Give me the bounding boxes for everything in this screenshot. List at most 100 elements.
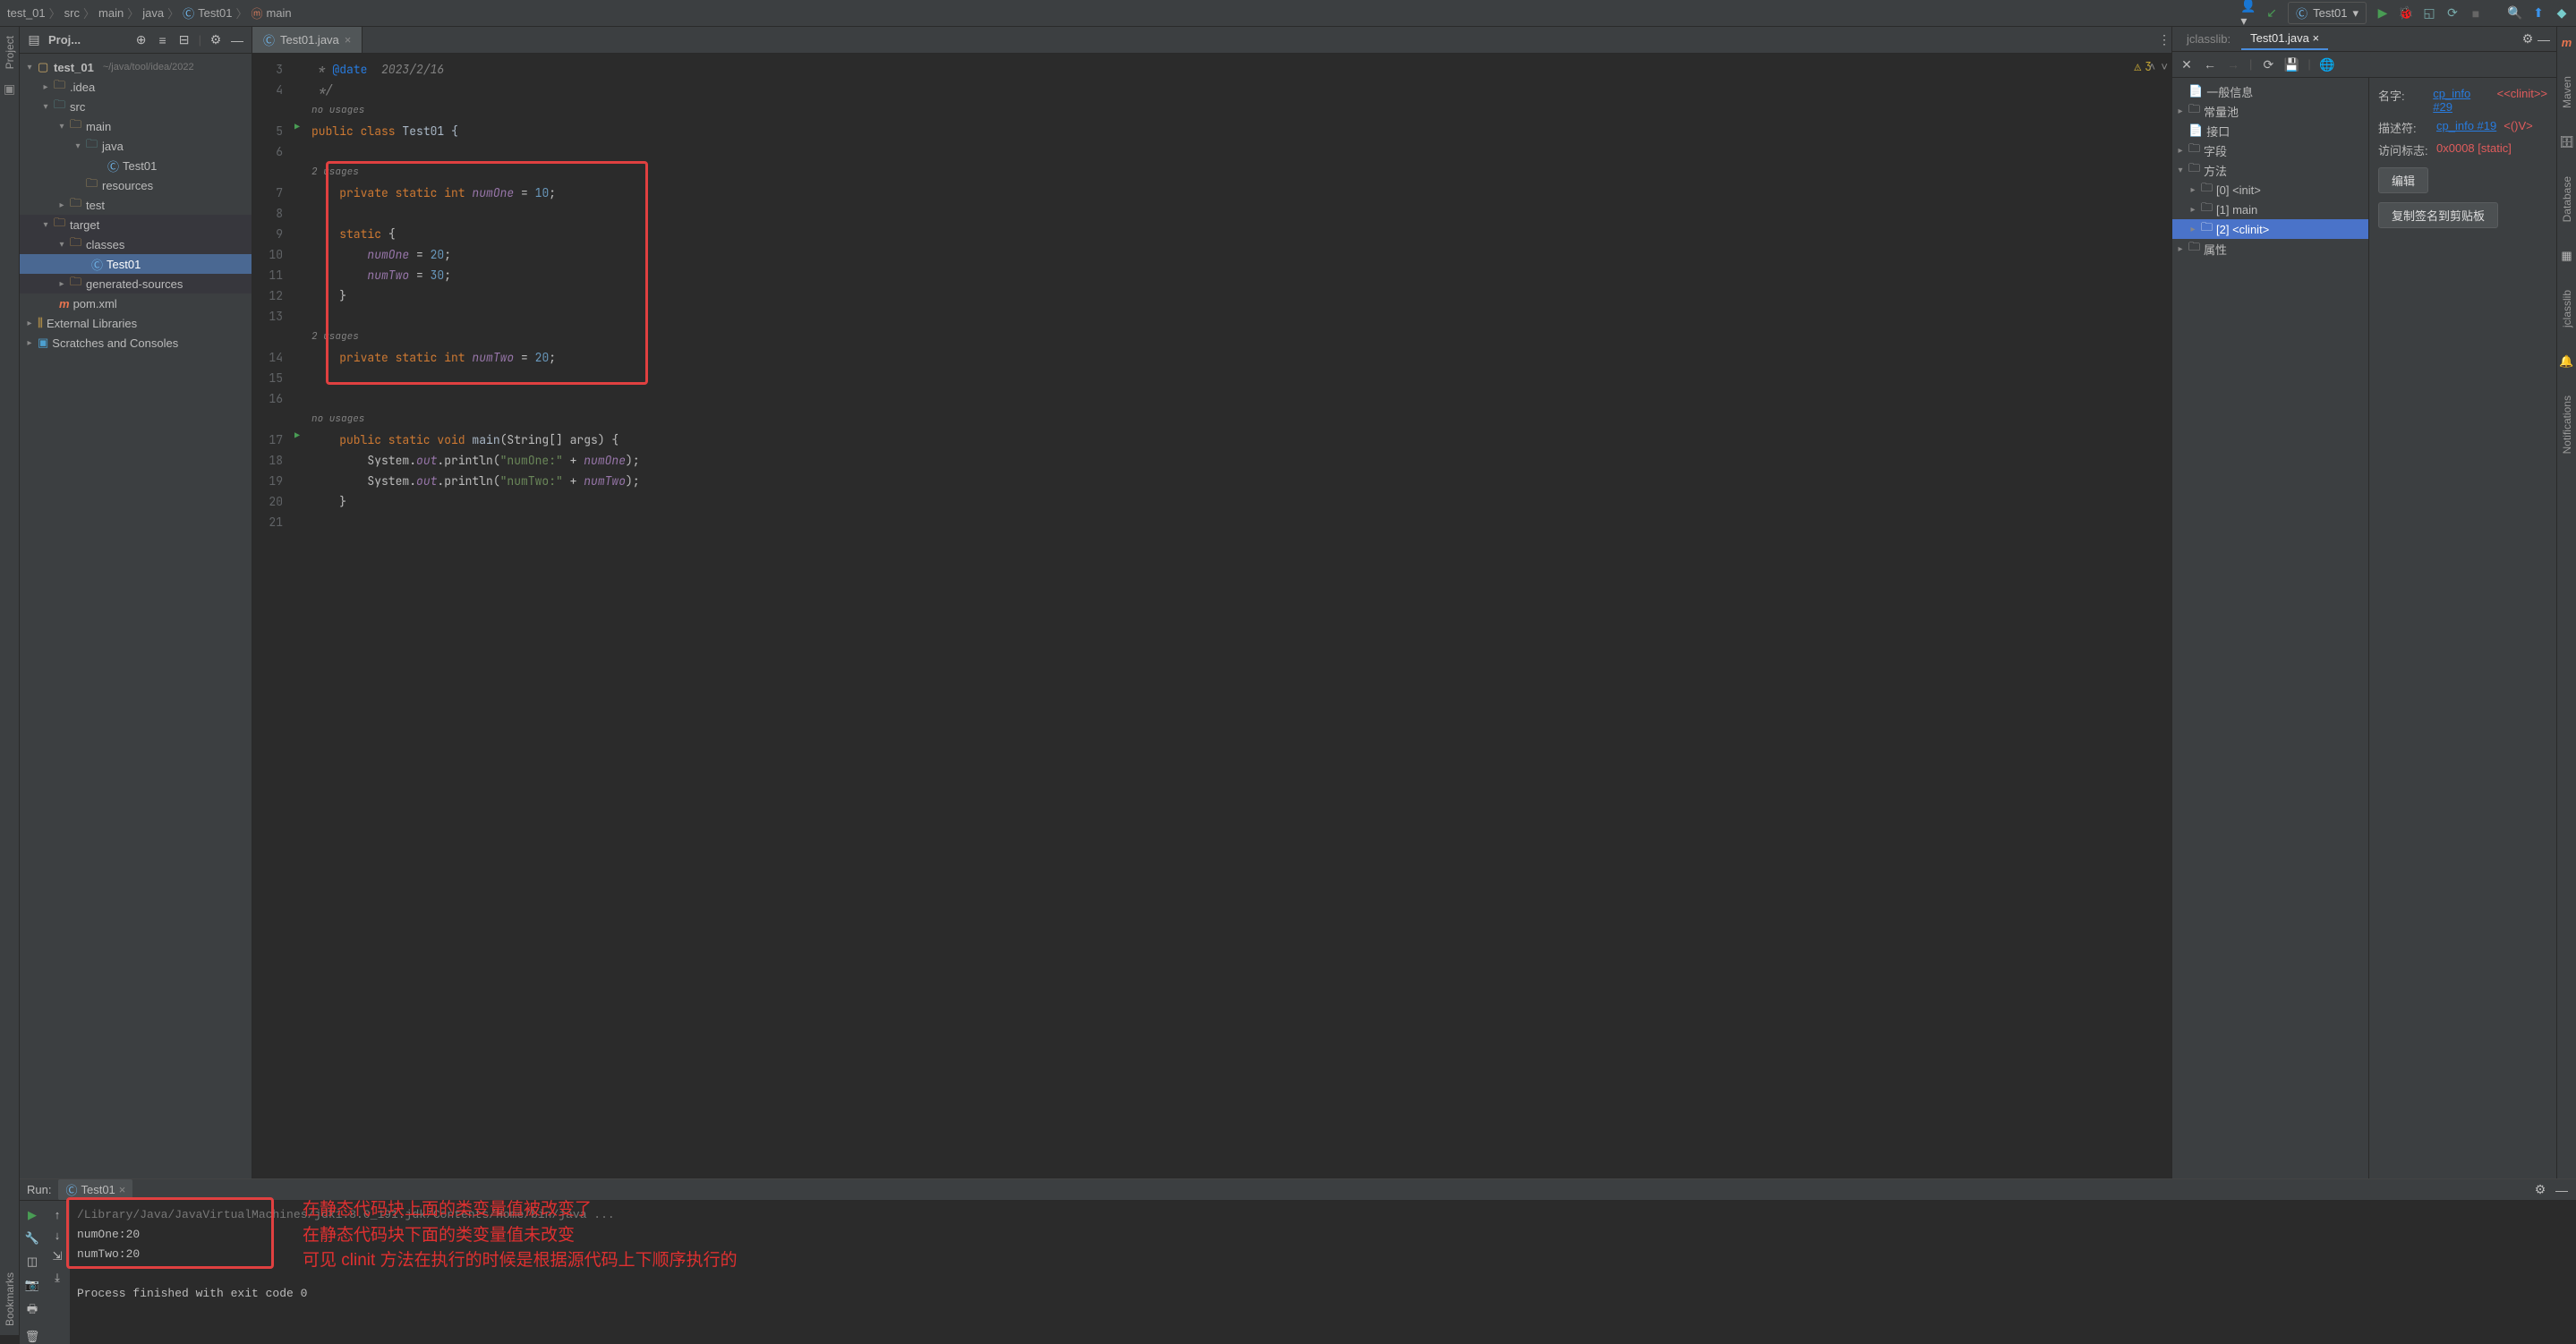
d-name-link[interactable]: cp_info #29 (2433, 87, 2489, 114)
database-label[interactable]: Database (2561, 167, 2573, 231)
project-tool-label[interactable]: Project (4, 27, 16, 78)
jtab-file[interactable]: Test01.java × (2241, 28, 2328, 50)
user-icon[interactable]: 👤▾ (2241, 6, 2256, 21)
coverage-icon[interactable]: ◱ (2422, 6, 2436, 21)
jnode-m0[interactable]: [0] <init> (2216, 183, 2261, 197)
jnode-methods[interactable]: 方法 (2204, 162, 2227, 179)
jnode-fields[interactable]: 字段 (2204, 142, 2227, 159)
tree-java[interactable]: java (102, 140, 124, 153)
edit-button[interactable]: 编辑 (2378, 167, 2428, 193)
wrap-icon[interactable]: ⇲ (53, 1249, 63, 1263)
tree-main[interactable]: main (86, 120, 111, 133)
settings-icon[interactable]: ⚙ (209, 33, 223, 47)
scroll-icon[interactable]: ⤓ (55, 1271, 60, 1285)
jnode-constpool[interactable]: 常量池 (2204, 103, 2239, 120)
wrench-icon[interactable]: 🔧 (25, 1231, 39, 1246)
d-name-lbl: 名字: (2378, 87, 2433, 114)
bc-3[interactable]: java (142, 6, 164, 20)
minimize-icon[interactable]: — (2537, 32, 2551, 47)
jclass-tree[interactable]: 📄一般信息 ▸🗀常量池 📄接口 ▸🗀字段 ▾🗀方法 ▸🗀[0] <init> ▸… (2172, 78, 2369, 1178)
jnode-iface[interactable]: 接口 (2206, 123, 2230, 140)
save-icon[interactable]: 💾 (2284, 57, 2299, 72)
run-config-selector[interactable]: Ⓒ Test01 ▾ (2288, 2, 2367, 24)
tree-classes[interactable]: classes (86, 238, 124, 251)
tree-root[interactable]: test_01 (54, 61, 94, 74)
bc-1[interactable]: src (64, 6, 80, 20)
run-gear-icon[interactable]: ⚙ (2533, 1183, 2547, 1197)
vcs-update-icon[interactable]: ↙ (2265, 6, 2279, 21)
jnode-attrs[interactable]: 属性 (2204, 241, 2227, 258)
console[interactable]: /Library/Java/JavaVirtualMachines/jdk1.8… (70, 1201, 2576, 1344)
project-view-icon[interactable]: ▤ (27, 33, 41, 47)
project-folder-icon[interactable]: ▣ (3, 81, 17, 96)
tree-external[interactable]: External Libraries (47, 317, 137, 330)
editor[interactable]: 3456 78910 11121314 15161718 192021 ▶ ▶ … (252, 54, 2171, 1178)
marker-gutter: ▶ ▶ (290, 54, 304, 1178)
bc-5[interactable]: main (266, 6, 291, 20)
down-icon[interactable]: ↓ (55, 1229, 61, 1242)
bc-0[interactable]: test_01 (7, 6, 46, 20)
debug-icon[interactable]: 🐞 (2399, 6, 2413, 21)
rerun-icon[interactable]: ▶ (28, 1208, 37, 1222)
maven-icon[interactable]: m (2562, 36, 2572, 49)
profile-icon[interactable]: ⟳ (2445, 6, 2460, 21)
tree-gensrc[interactable]: generated-sources (86, 277, 183, 291)
stop-icon[interactable]: ■ (2469, 6, 2483, 21)
camera-icon[interactable]: 📷 (25, 1278, 39, 1292)
back-icon[interactable]: ← (2203, 57, 2217, 72)
copy-sig-button[interactable]: 复制签名到剪贴板 (2378, 202, 2498, 228)
tree-pom[interactable]: pom.xml (73, 297, 117, 310)
jclasslib-icon[interactable]: ▦ (2561, 249, 2572, 263)
prev-icon[interactable]: ˄ (2148, 59, 2155, 74)
up-icon[interactable]: ↑ (55, 1208, 61, 1221)
tree-test01-classfile[interactable]: Test01 (107, 258, 141, 271)
trash-icon[interactable]: 🗑 (25, 1330, 40, 1344)
tab-test01[interactable]: Ⓒ Test01.java × (252, 27, 363, 53)
tree-resources[interactable]: resources (102, 179, 153, 192)
gear-icon[interactable]: ⚙ (2521, 32, 2535, 47)
code-area[interactable]: * @date 2023/2/16 */ no usages public cl… (304, 54, 2171, 1178)
tree-src[interactable]: src (70, 100, 85, 114)
notif-label[interactable]: Notifications (2561, 387, 2573, 463)
jtab-lib[interactable]: jclasslib: (2178, 29, 2239, 49)
expand-icon[interactable]: ≡ (156, 33, 170, 47)
jclasslib-label[interactable]: jclasslib (2561, 281, 2573, 336)
jnode-m1[interactable]: [1] main (2216, 203, 2257, 217)
close-icon[interactable]: × (345, 33, 352, 47)
ide-icon[interactable]: ◆ (2555, 6, 2569, 21)
bell-icon[interactable]: 🔔 (2559, 354, 2573, 369)
tree-scratches[interactable]: Scratches and Consoles (52, 336, 178, 350)
collapse-icon[interactable]: ⊟ (177, 33, 192, 47)
search-icon[interactable]: 🔍 (2508, 6, 2522, 21)
console-out-2: numTwo:20 (77, 1247, 2569, 1267)
locate-icon[interactable]: ⊕ (134, 33, 149, 47)
layout-icon[interactable]: ◫ (27, 1255, 38, 1269)
jnode-m2[interactable]: [2] <clinit> (2216, 223, 2269, 236)
tree-test[interactable]: test (86, 199, 105, 212)
refresh-icon[interactable]: ⟳ (2261, 57, 2275, 72)
jclasslib-panel: jclasslib: Test01.java × ⚙ — ✕ ← → | ⟳ 💾… (2171, 27, 2556, 1178)
print-icon[interactable]: 🖶 (27, 1301, 38, 1321)
tab-menu-icon[interactable]: ⋮ (2157, 33, 2171, 47)
database-icon[interactable]: 🗄 (2559, 135, 2574, 149)
tree-test01-class[interactable]: Test01 (123, 159, 157, 173)
run-hide-icon[interactable]: — (2555, 1183, 2569, 1197)
bc-4[interactable]: Test01 (198, 6, 232, 20)
bookmarks-label[interactable]: Bookmarks (4, 1263, 16, 1335)
run-tab[interactable]: ⒸTest01 × (58, 1179, 132, 1200)
jnode-general[interactable]: 一般信息 (2206, 83, 2253, 100)
tree-idea[interactable]: .idea (70, 81, 95, 94)
run-icon[interactable]: ▶ (2376, 6, 2390, 21)
web-icon[interactable]: 🌐 (2320, 57, 2334, 72)
bc-2[interactable]: main (98, 6, 124, 20)
close2-icon[interactable]: ✕ (2179, 57, 2194, 72)
forward-icon[interactable]: → (2226, 57, 2240, 72)
next-icon[interactable]: ˅ (2161, 59, 2168, 74)
tree-target[interactable]: target (70, 218, 99, 232)
project-tree[interactable]: ▾▢test_01~/java/tool/idea/2022 ▸🗀.idea ▾… (20, 54, 252, 1178)
hide-icon[interactable]: — (230, 33, 244, 47)
sync-icon[interactable]: ⬆ (2531, 6, 2546, 21)
run-sub-gutter: ↑ ↓ ⇲ ⤓ (45, 1201, 70, 1344)
d-desc-link[interactable]: cp_info #19 (2436, 119, 2496, 136)
maven-label[interactable]: Maven (2561, 67, 2573, 117)
